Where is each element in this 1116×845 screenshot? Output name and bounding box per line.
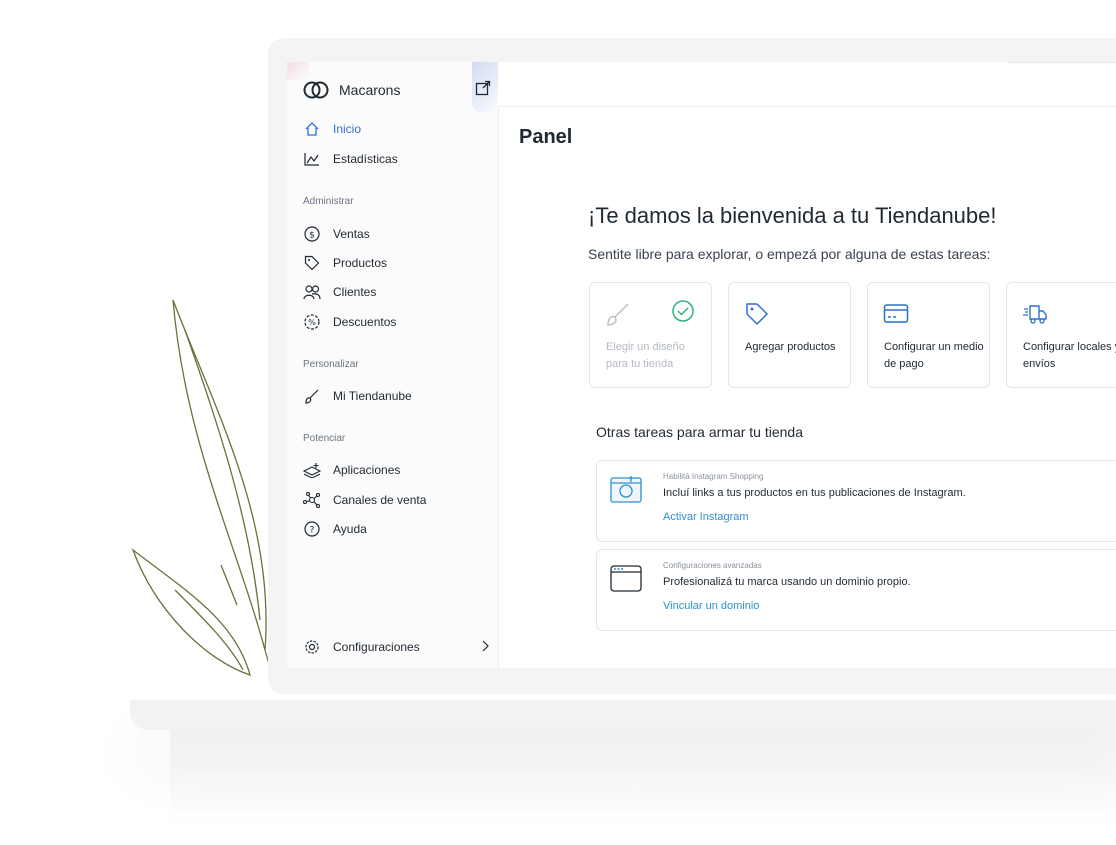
- sidebar-item-configuraciones[interactable]: Configuraciones: [303, 637, 420, 657]
- task-card-shipping[interactable]: Configurar locales y envíos: [1006, 282, 1116, 388]
- sidebar-item-label: Ayuda: [333, 522, 367, 536]
- sidebar-item-canales-de-venta[interactable]: Canales de venta: [303, 490, 426, 510]
- app-screen: Macarons Inicio Estadísticas Administrar…: [287, 62, 1116, 668]
- sidebar-item-clientes[interactable]: Clientes: [303, 282, 376, 302]
- top-bar: [498, 62, 1116, 107]
- sidebar-item-descuentos[interactable]: % Descuentos: [303, 312, 396, 332]
- section-label-administrar: Administrar: [303, 196, 354, 207]
- sidebar-item-label: Clientes: [333, 285, 377, 299]
- store-name: Macarons: [339, 82, 401, 98]
- browser-icon: [610, 565, 642, 592]
- store-brand[interactable]: Macarons: [303, 78, 400, 102]
- promo-card-instagram: Habilitá Instagram Shopping Incluí links…: [596, 460, 1116, 542]
- laptop-shadow: [170, 730, 1116, 830]
- help-icon: ?: [303, 520, 321, 538]
- sidebar-item-label: Mi Tiendanube: [333, 389, 412, 403]
- sidebar-item-label: Configuraciones: [333, 640, 420, 654]
- sidebar-item-label: Canales de venta: [333, 493, 427, 507]
- task-label: Configurar locales y envíos: [1023, 341, 1116, 370]
- promo-card-domain: Configuraciones avanzadas Profesionalizá…: [596, 549, 1116, 631]
- welcome-subtitle: Sentite libre para explorar, o empezá po…: [588, 246, 991, 262]
- tag-icon: [746, 303, 769, 326]
- external-link-icon[interactable]: [475, 80, 491, 96]
- svg-text:$: $: [309, 231, 315, 241]
- section-label-potenciar: Potenciar: [303, 433, 346, 444]
- sidebar-item-label: Estadísticas: [333, 152, 398, 166]
- chart-icon: [303, 150, 321, 168]
- dollar-icon: $: [303, 225, 321, 243]
- promo-kicker: Configuraciones avanzadas: [663, 561, 762, 570]
- sidebar-item-label: Descuentos: [333, 315, 397, 329]
- users-icon: [303, 283, 321, 301]
- apps-icon: [303, 461, 321, 479]
- section-label-personalizar: Personalizar: [303, 359, 359, 370]
- promo-description: Incluí links a tus productos en tus publ…: [663, 487, 966, 499]
- task-label: Elegir un diseño para tu tienda: [606, 341, 685, 370]
- task-label: Configurar un medio de pago: [884, 341, 984, 370]
- sidebar-item-label: Inicio: [333, 122, 362, 136]
- brush-icon: [607, 303, 629, 326]
- leaf-decoration: [131, 299, 274, 679]
- task-label: Agregar productos: [745, 341, 836, 353]
- topbar-divider: [1008, 62, 1116, 63]
- svg-text:?: ?: [310, 526, 315, 536]
- brush-icon: [303, 387, 321, 405]
- gear-icon: [303, 638, 321, 656]
- other-tasks-title: Otras tareas para armar tu tienda: [596, 424, 803, 440]
- sidebar-item-productos[interactable]: Productos: [303, 253, 387, 273]
- sidebar-item-label: Aplicaciones: [333, 463, 401, 477]
- sidebar-item-mi-tiendanube[interactable]: Mi Tiendanube: [303, 386, 412, 406]
- cloud-logo-icon: [303, 81, 329, 99]
- home-icon: [303, 120, 321, 138]
- sidebar-item-ventas[interactable]: $ Ventas: [303, 224, 370, 244]
- instagram-icon: [610, 476, 642, 503]
- link-domain-link[interactable]: Vincular un dominio: [663, 600, 759, 612]
- percent-icon: %: [303, 313, 321, 331]
- activate-instagram-link[interactable]: Activar Instagram: [663, 511, 749, 523]
- sidebar-item-aplicaciones[interactable]: Aplicaciones: [303, 460, 400, 480]
- promo-kicker: Habilitá Instagram Shopping: [663, 472, 764, 481]
- task-card-add-products[interactable]: Agregar productos: [728, 282, 851, 388]
- sidebar-item-label: Productos: [333, 256, 388, 270]
- network-icon: [303, 491, 321, 509]
- truck-icon: [1023, 305, 1047, 324]
- welcome-title: ¡Te damos la bienvenida a tu Tiendanube!: [588, 203, 997, 228]
- sidebar-item-estadisticas[interactable]: Estadísticas: [303, 149, 398, 169]
- svg-text:%: %: [308, 318, 316, 327]
- sidebar-item-inicio[interactable]: Inicio: [303, 119, 361, 139]
- sidebar-item-ayuda[interactable]: ? Ayuda: [303, 519, 367, 539]
- page-title: Panel: [519, 126, 573, 148]
- laptop-base: [130, 700, 1116, 730]
- task-card-design[interactable]: Elegir un diseño para tu tienda: [589, 282, 712, 388]
- sidebar-item-label: Ventas: [333, 227, 370, 241]
- sidebar: Macarons Inicio Estadísticas Administrar…: [287, 62, 499, 668]
- tag-icon: [303, 254, 321, 272]
- task-card-payment[interactable]: Configurar un medio de pago: [867, 282, 990, 388]
- promo-description: Profesionalizá tu marca usando un domini…: [663, 576, 911, 588]
- check-circle-icon: [672, 300, 694, 322]
- chevron-right-icon[interactable]: [480, 639, 490, 653]
- credit-card-icon: [883, 304, 909, 323]
